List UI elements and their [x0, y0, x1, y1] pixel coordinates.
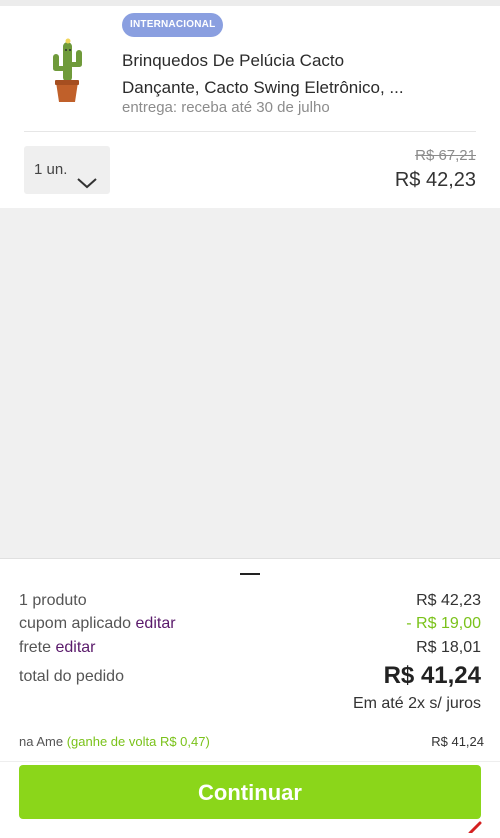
- continue-button[interactable]: Continuar: [19, 765, 481, 819]
- shipping-edit-link[interactable]: editar: [55, 639, 95, 656]
- shipping-row: frete editar R$ 18,01: [19, 639, 481, 657]
- coupon-row: cupom aplicado editar - R$ 19,00: [19, 615, 481, 633]
- products-value: R$ 42,23: [416, 592, 481, 609]
- coupon-label: cupom aplicado: [19, 615, 132, 632]
- products-label: 1 produto: [19, 592, 87, 609]
- item-price: R$ 42,23: [394, 169, 476, 191]
- ame-label: na Ame: [19, 734, 64, 749]
- quantity-selector[interactable]: 1 un.: [24, 146, 110, 194]
- corner-mark-icon: [468, 820, 482, 838]
- coupon-value: - R$ 19,00: [406, 615, 481, 632]
- cactus-toy-icon: [53, 38, 82, 102]
- ame-payment-info: na Ame (ganhe de volta R$ 0,47): [19, 734, 210, 749]
- ame-value: R$ 41,24: [431, 734, 484, 749]
- delivery-estimate: entrega: receba até 30 de julho: [122, 99, 330, 116]
- cart-item-card: INTERNACIONAL Brinquedos De Pelúcia Cact…: [0, 6, 500, 208]
- total-value: R$ 41,24: [383, 662, 481, 689]
- product-title[interactable]: Brinquedos De Pelúcia Cacto Dançante, Ca…: [122, 47, 462, 101]
- international-badge: INTERNACIONAL: [122, 13, 224, 37]
- original-price: R$ 67,21: [415, 147, 476, 164]
- order-summary-sheet: 1 produto R$ 42,23 cupom aplicado editar…: [0, 558, 500, 838]
- quantity-value: 1 un.: [34, 161, 68, 178]
- chevron-down-icon: [76, 162, 98, 210]
- product-thumbnail[interactable]: [44, 36, 90, 106]
- product-title-line1: Brinquedos De Pelúcia Cacto: [122, 51, 345, 70]
- item-divider: [24, 131, 476, 132]
- products-row: 1 produto R$ 42,23: [19, 592, 481, 610]
- sheet-divider: [0, 761, 500, 762]
- installments-info: Em até 2x s/ juros: [352, 695, 481, 712]
- product-title-line2: Dançante, Cacto Swing Eletrônico, ...: [122, 78, 404, 97]
- sheet-drag-handle[interactable]: [240, 573, 260, 575]
- shipping-value: R$ 18,01: [416, 639, 481, 656]
- coupon-edit-link[interactable]: editar: [136, 615, 176, 632]
- ame-cashback: (ganhe de volta R$ 0,47): [66, 734, 210, 749]
- total-label: total do pedido: [19, 668, 124, 685]
- shipping-label: frete: [19, 639, 52, 656]
